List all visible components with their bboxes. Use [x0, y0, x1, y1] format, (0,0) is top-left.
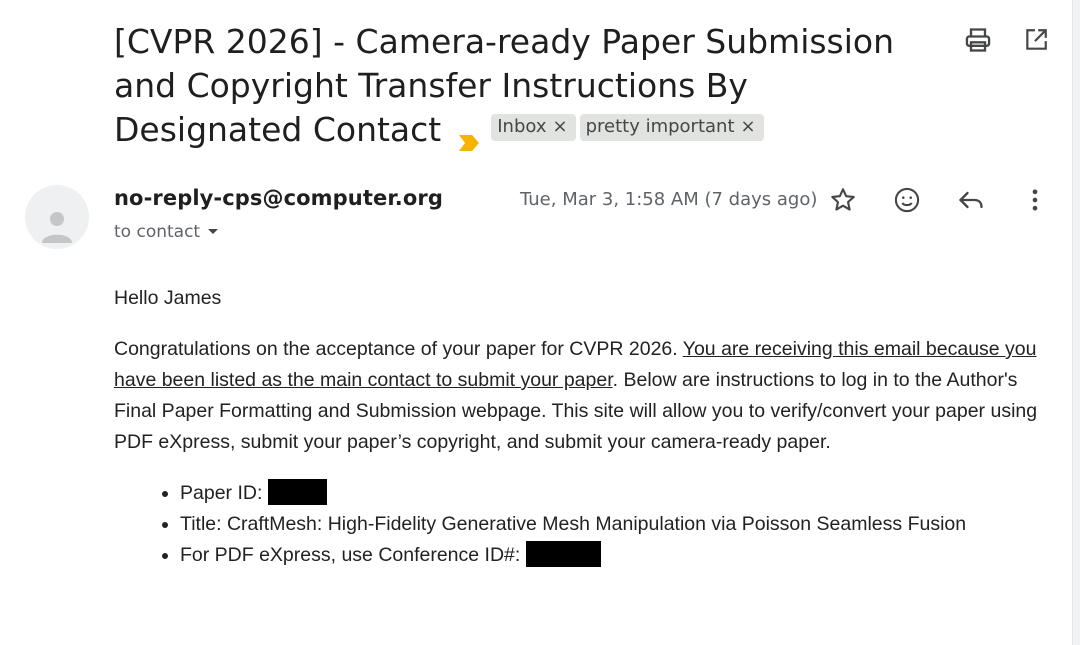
reply-icon — [959, 191, 983, 209]
more-options-button[interactable] — [1020, 185, 1050, 215]
sender-email[interactable]: no-reply-cps@computer.org — [114, 186, 443, 210]
importance-marker-icon[interactable] — [457, 119, 481, 151]
remove-label-pretty-important-button[interactable]: × — [741, 118, 756, 136]
email-view: [CVPR 2026] - Camera-ready Paper Submiss… — [0, 0, 1080, 645]
star-icon — [831, 188, 855, 211]
reply-button[interactable] — [956, 185, 986, 215]
subject-actions — [964, 26, 1050, 54]
body-paragraph: Congratulations on the acceptance of you… — [114, 334, 1054, 458]
person-icon — [42, 212, 72, 243]
email-subject: [CVPR 2026] - Camera-ready Paper Submiss… — [114, 20, 944, 152]
label-chip-text: Inbox — [497, 116, 547, 137]
redacted-paper-id — [268, 479, 328, 505]
recipients-text: to contact — [114, 222, 201, 242]
label-chip-pretty-important: pretty important × — [579, 114, 764, 141]
remove-label-inbox-button[interactable]: × — [553, 118, 568, 136]
star-button[interactable] — [828, 185, 858, 215]
conference-id-label: For PDF eXpress, use Conference ID#: — [180, 544, 521, 566]
emoji-icon — [894, 187, 920, 213]
recipients-toggle[interactable]: to contact — [114, 222, 220, 242]
list-item-title: Title: CraftMesh: High-Fidelity Generati… — [162, 509, 1054, 540]
email-body: Hello James Congratulations on the accep… — [114, 283, 1054, 571]
more-vert-icon — [1032, 189, 1038, 211]
paragraph-text: Congratulations on the acceptance of you… — [114, 338, 683, 360]
open-in-new-window-button[interactable] — [1022, 26, 1050, 54]
paper-id-label: Paper ID: — [180, 482, 263, 504]
dropdown-arrow-icon — [208, 229, 219, 234]
print-icon — [965, 28, 991, 52]
add-reaction-button[interactable] — [892, 185, 922, 215]
avatar[interactable] — [25, 185, 89, 249]
list-item-paper-id: Paper ID: — [162, 478, 1054, 509]
message-date: Tue, Mar 3, 1:58 AM (7 days ago) — [520, 189, 818, 210]
label-chip-inbox: Inbox × — [491, 114, 576, 141]
open-in-new-icon — [1026, 29, 1047, 50]
paper-details-list: Paper ID: Title: CraftMesh: High-Fidelit… — [162, 478, 1054, 571]
redacted-conference-id — [526, 541, 602, 567]
greeting: Hello James — [114, 287, 222, 309]
list-item-conference-id: For PDF eXpress, use Conference ID#: — [162, 540, 1054, 571]
label-chip-text: pretty important — [585, 116, 735, 137]
scrollbar[interactable] — [1072, 0, 1080, 645]
print-all-button[interactable] — [964, 26, 992, 54]
message-actions — [828, 185, 1050, 215]
